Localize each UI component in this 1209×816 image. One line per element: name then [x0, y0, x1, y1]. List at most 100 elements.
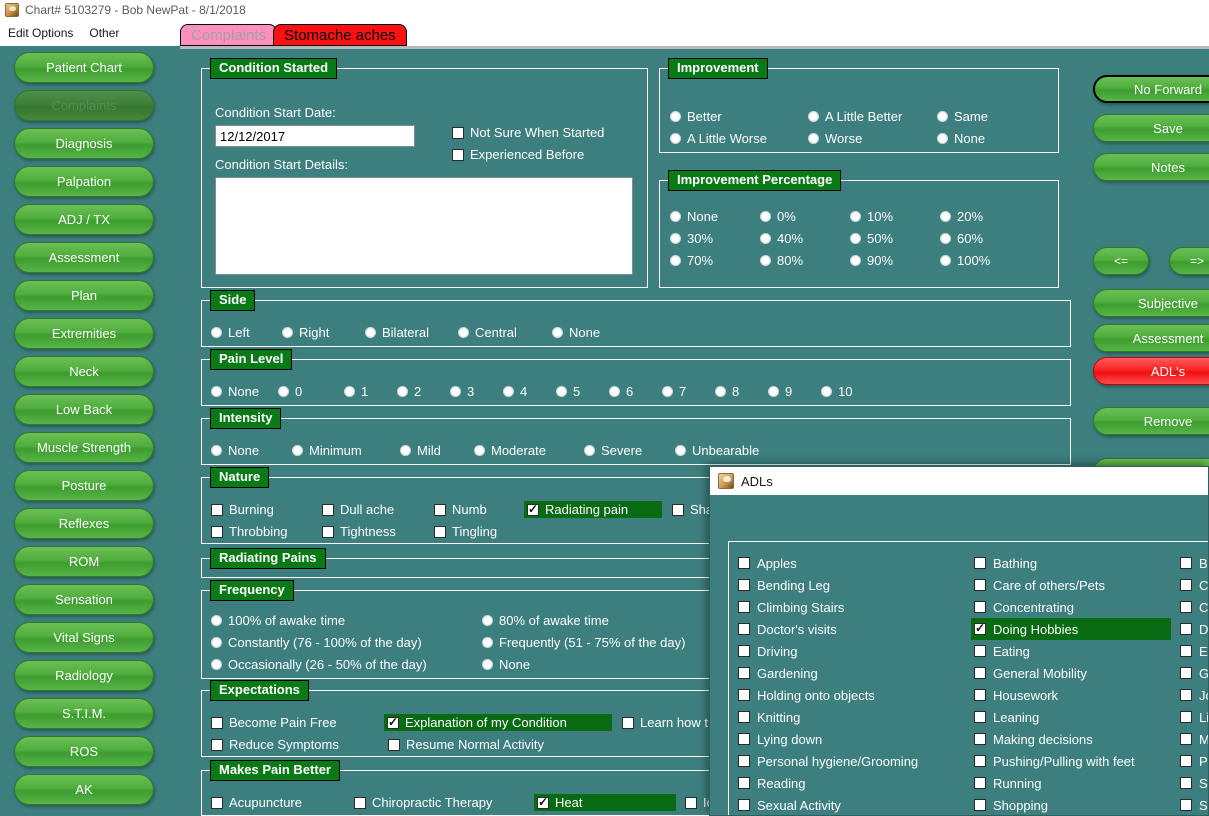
adls-item-ca[interactable]: Ca: [1177, 574, 1208, 596]
improvement-percentage-option-60-percent[interactable]: 60%: [940, 231, 983, 246]
sidebar-item-assessment[interactable]: Assessment: [14, 242, 154, 273]
sidebar-item-neck[interactable]: Neck: [14, 356, 154, 387]
adls-item-driving[interactable]: Driving: [735, 640, 961, 662]
nature-option-numb[interactable]: Numb: [434, 502, 487, 517]
adls-item-climbing-stairs[interactable]: Climbing Stairs: [735, 596, 961, 618]
intensity-option-none[interactable]: None: [211, 443, 259, 458]
adls-item-sit[interactable]: Sit: [1177, 794, 1208, 815]
nature-option-throbbing[interactable]: Throbbing: [211, 524, 288, 539]
improvement-percentage-option-40-percent[interactable]: 40%: [760, 231, 803, 246]
intensity-option-minimum[interactable]: Minimum: [292, 443, 362, 458]
pain-level-option-none[interactable]: None: [211, 384, 259, 399]
side-option-none[interactable]: None: [552, 325, 600, 340]
improvement-percentage-option-none[interactable]: None: [670, 209, 718, 224]
improvement-option-a-little-better[interactable]: A Little Better: [808, 109, 902, 124]
adls-item-se[interactable]: Se: [1177, 772, 1208, 794]
notes-button[interactable]: Notes: [1093, 153, 1209, 181]
adls-item-general-mobility[interactable]: General Mobility: [971, 662, 1171, 684]
remove-button[interactable]: Remove: [1093, 407, 1209, 435]
expectations-option-explanation[interactable]: Explanation of my Condition: [384, 714, 612, 731]
frequency-option-occasionally[interactable]: Occasionally (26 - 50% of the day): [211, 657, 427, 672]
nature-option-burning[interactable]: Burning: [211, 502, 274, 517]
expectations-option-resume-normal-activity[interactable]: Resume Normal Activity: [388, 737, 544, 752]
pain-level-option-10[interactable]: 10: [821, 384, 852, 399]
adls-item-gardening[interactable]: Gardening: [735, 662, 961, 684]
adls-item-leaning[interactable]: Leaning: [971, 706, 1171, 728]
sidebar-item-palpation[interactable]: Palpation: [14, 166, 154, 197]
adls-item-housework[interactable]: Housework: [971, 684, 1171, 706]
sidebar-item-low-back[interactable]: Low Back: [14, 394, 154, 425]
sidebar-item-adj-tx[interactable]: ADJ / TX: [14, 204, 154, 235]
expectations-option-become-pain-free[interactable]: Become Pain Free: [211, 715, 337, 730]
sidebar-item-rom[interactable]: ROM: [14, 546, 154, 577]
adls-item-knitting[interactable]: Knitting: [735, 706, 961, 728]
improvement-option-a-little-worse[interactable]: A Little Worse: [670, 131, 767, 146]
sidebar-item-extremities[interactable]: Extremities: [14, 318, 154, 349]
adls-item-shopping[interactable]: Shopping: [971, 794, 1171, 815]
sidebar-item-sensation[interactable]: Sensation: [14, 584, 154, 615]
sidebar-item-patient-chart[interactable]: Patient Chart: [14, 52, 154, 83]
intensity-option-mild[interactable]: Mild: [400, 443, 441, 458]
pain-level-option-8[interactable]: 8: [715, 384, 739, 399]
side-option-bilateral[interactable]: Bilateral: [365, 325, 429, 340]
frequency-option-frequently[interactable]: Frequently (51 - 75% of the day): [482, 635, 685, 650]
improvement-percentage-option-80-percent[interactable]: 80%: [760, 253, 803, 268]
assessment-button[interactable]: Assessment: [1093, 324, 1209, 352]
side-option-left[interactable]: Left: [211, 325, 250, 340]
frequency-option-none[interactable]: None: [482, 657, 530, 672]
nature-option-tingling[interactable]: Tingling: [434, 524, 497, 539]
subjective-button[interactable]: Subjective: [1093, 289, 1209, 317]
sidebar-item-ros[interactable]: ROS: [14, 736, 154, 767]
adls-item-bending-leg[interactable]: Bending Leg: [735, 574, 961, 596]
frequency-option-80-percent[interactable]: 80% of awake time: [482, 613, 609, 628]
frequency-option-100-percent[interactable]: 100% of awake time: [211, 613, 345, 628]
pain-level-option-4[interactable]: 4: [503, 384, 527, 399]
sidebar-item-vital-signs[interactable]: Vital Signs: [14, 622, 154, 653]
adls-item-doctor-s-visits[interactable]: Doctor's visits: [735, 618, 961, 640]
nature-option-dull-ache[interactable]: Dull ache: [322, 502, 394, 517]
pain-level-option-5[interactable]: 5: [556, 384, 580, 399]
nature-option-radiating-pain[interactable]: Radiating pain: [524, 501, 662, 518]
adls-item-sexual-activity[interactable]: Sexual Activity: [735, 794, 961, 815]
adls-item-mo[interactable]: Mo: [1177, 728, 1208, 750]
adls-item-lift[interactable]: Lift: [1177, 706, 1208, 728]
adls-item-bathing[interactable]: Bathing: [971, 552, 1171, 574]
adls-item-care-of-others-pets[interactable]: Care of others/Pets: [971, 574, 1171, 596]
adls-item-concentrating[interactable]: Concentrating: [971, 596, 1171, 618]
sidebar-item-posture[interactable]: Posture: [14, 470, 154, 501]
adls-button[interactable]: ADL's: [1093, 357, 1209, 385]
improvement-option-worse[interactable]: Worse: [808, 131, 862, 146]
adls-item-pu[interactable]: Pu: [1177, 750, 1208, 772]
adls-item-holding-onto-objects[interactable]: Holding onto objects: [735, 684, 961, 706]
adls-item-be[interactable]: Be: [1177, 552, 1208, 574]
menu-item-other[interactable]: Other: [81, 24, 127, 42]
tab-stomache-aches[interactable]: Stomache aches: [273, 24, 407, 46]
pain-level-option-1[interactable]: 1: [344, 384, 368, 399]
sidebar-item-plan[interactable]: Plan: [14, 280, 154, 311]
nature-option-sharp[interactable]: Sha: [672, 502, 713, 517]
intensity-option-moderate[interactable]: Moderate: [474, 443, 546, 458]
makes-pain-better-option-heat[interactable]: Heat: [534, 794, 676, 811]
adls-item-jog[interactable]: Jog: [1177, 684, 1208, 706]
sidebar-item-s-t-i-m[interactable]: S.T.I.M.: [14, 698, 154, 729]
side-option-central[interactable]: Central: [458, 325, 517, 340]
adls-item-personal-hygiene-grooming[interactable]: Personal hygiene/Grooming: [735, 750, 961, 772]
previous-button[interactable]: <=: [1093, 247, 1149, 275]
not-sure-when-started-checkbox[interactable]: Not Sure When Started: [452, 125, 604, 140]
improvement-percentage-option-0-percent[interactable]: 0%: [760, 209, 796, 224]
adls-item-co[interactable]: Co: [1177, 596, 1208, 618]
adls-item-eating[interactable]: Eating: [971, 640, 1171, 662]
pain-level-option-2[interactable]: 2: [397, 384, 421, 399]
pain-level-option-6[interactable]: 6: [609, 384, 633, 399]
no-forward-button[interactable]: No Forward: [1093, 75, 1209, 103]
improvement-option-better[interactable]: Better: [670, 109, 722, 124]
pain-level-option-9[interactable]: 9: [768, 384, 792, 399]
expectations-option-learn-how-to[interactable]: Learn how t: [622, 715, 708, 730]
tab-complaints[interactable]: Complaints: [180, 24, 278, 46]
sidebar-item-reflexes[interactable]: Reflexes: [14, 508, 154, 539]
pain-level-option-7[interactable]: 7: [662, 384, 686, 399]
sidebar-item-muscle-strength[interactable]: Muscle Strength: [14, 432, 154, 463]
adls-item-apples[interactable]: Apples: [735, 552, 961, 574]
makes-pain-better-option-acupuncture[interactable]: Acupuncture: [211, 795, 302, 810]
pain-level-option-0[interactable]: 0: [278, 384, 302, 399]
